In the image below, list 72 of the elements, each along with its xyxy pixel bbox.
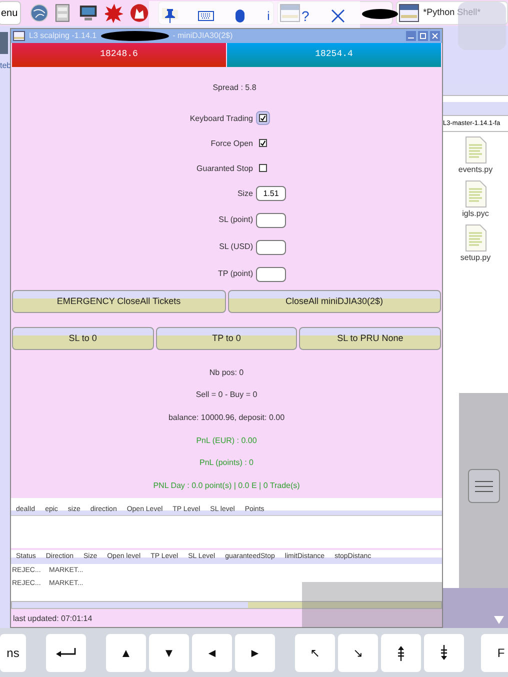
action-button[interactable]: SL to 0 — [12, 326, 154, 350]
action-button[interactable]: SL to PRU None — [299, 326, 442, 350]
info-button[interactable]: i — [267, 9, 270, 23]
option-label: Force Open — [210, 138, 253, 150]
checkbox[interactable] — [256, 111, 270, 126]
input-field[interactable] — [256, 266, 286, 282]
menu-handle[interactable] — [468, 469, 500, 503]
stat-text: PnL (EUR) : 0.00 — [196, 434, 257, 447]
arrow-to-top-icon — [397, 644, 405, 660]
sell-price-button[interactable]: 18248.6 — [12, 42, 226, 67]
monitor-icon[interactable] — [79, 4, 98, 22]
keyboard-key[interactable]: ► — [235, 634, 275, 672]
keyboard-key[interactable]: ns — [0, 634, 26, 672]
keyboard-key[interactable]: F — [481, 634, 508, 672]
input-field[interactable]: 1.51 — [256, 186, 286, 202]
stat-text: balance: 10000.96, deposit: 0.00 — [168, 412, 285, 424]
field-label: TP (point) — [217, 268, 253, 280]
maximize-icon[interactable] — [418, 30, 428, 41]
window-title: L3 scalping -1.14.1 — [29, 30, 97, 42]
action-button[interactable]: CloseAll miniDJIA30(2$) — [228, 290, 441, 313]
keyboard-key[interactable]: ↖ — [295, 634, 335, 672]
keyboard-key[interactable] — [46, 634, 86, 672]
input-field[interactable] — [256, 240, 286, 255]
close-icon[interactable] — [430, 30, 440, 41]
keyboard-icon[interactable] — [198, 11, 214, 21]
spread-text: Spread : 5.8 — [212, 82, 256, 94]
action-button[interactable]: EMERGENCY CloseAll Tickets — [12, 290, 226, 313]
wolf-icon[interactable] — [130, 3, 149, 23]
stat-text: Sell = 0 - Buy = 0 — [196, 389, 258, 402]
checkmark-icon — [260, 140, 266, 147]
globe-icon[interactable] — [30, 3, 48, 23]
close-icon[interactable] — [331, 9, 346, 23]
file-name[interactable]: setup.py — [460, 252, 491, 264]
field-label: Size — [236, 188, 253, 200]
action-button[interactable]: TP to 0 — [156, 326, 298, 350]
document-icon — [464, 180, 486, 208]
arrow-to-bottom-icon — [440, 644, 448, 660]
keyboard-key[interactable] — [381, 634, 421, 672]
minimize-icon[interactable] — [406, 30, 416, 41]
option-label: Guaranted Stop — [196, 162, 253, 175]
window-icon[interactable] — [399, 4, 420, 22]
redaction-mark — [362, 8, 398, 20]
enter-icon — [55, 646, 77, 658]
pin-icon[interactable] — [164, 9, 176, 23]
keyboard-key[interactable]: ◄ — [192, 634, 232, 672]
window-icon — [13, 30, 25, 41]
stat-text: PNL Day : 0.0 point(s) | 0.0 E | 0 Trade(s) — [153, 480, 300, 492]
horizontal-scrollbar[interactable] — [11, 601, 442, 610]
menu-button[interactable]: enu — [0, 1, 21, 25]
stat-text: Nb pos: 0 — [209, 366, 244, 379]
keyboard-key[interactable]: ▲ — [106, 634, 146, 672]
cabinet-icon[interactable] — [55, 3, 70, 23]
overlay-handle[interactable] — [458, 2, 506, 50]
burst-icon[interactable] — [104, 3, 124, 23]
field-label: SL (point) — [218, 214, 253, 226]
file-name[interactable]: events.py — [458, 164, 493, 176]
option-label: Keyboard Trading — [188, 112, 253, 125]
input-field[interactable] — [256, 212, 286, 228]
keyboard-key[interactable]: ▼ — [149, 634, 189, 672]
keyboard-key[interactable] — [424, 634, 464, 672]
status-text: last updated: 07:01:14 — [13, 613, 92, 626]
stat-text: PnL (points) : 0 — [200, 457, 254, 470]
document-icon — [464, 136, 486, 164]
pane-header — [443, 102, 508, 116]
file-name[interactable]: igls.pyc — [462, 208, 489, 220]
checkmark-icon — [260, 114, 266, 122]
field-label: SL (USD) — [218, 240, 253, 253]
window-title: - miniDJIA30(2$) — [172, 30, 233, 42]
keyboard-key[interactable]: ↘ — [338, 634, 378, 672]
redaction-mark — [100, 30, 169, 42]
help-button[interactable]: ? — [302, 6, 310, 26]
document-icon — [464, 224, 486, 252]
